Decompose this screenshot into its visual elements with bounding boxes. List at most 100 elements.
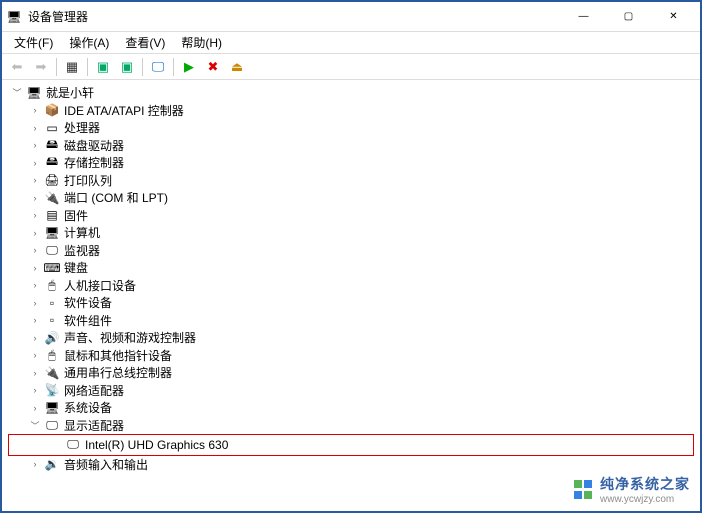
menu-file[interactable]: 文件(F) [6,32,61,53]
collapse-icon[interactable]: ﹀ [10,86,24,100]
category-label: 音频输入和输出 [64,456,148,473]
expand-icon[interactable]: › [28,138,42,152]
expand-icon[interactable]: › [28,121,42,135]
software-icon: ▫ [44,295,60,311]
category-label: 通用串行总线控制器 [64,364,172,381]
expand-icon[interactable]: › [28,401,42,415]
expand-icon[interactable]: › [28,261,42,275]
expand-icon[interactable]: › [28,243,42,257]
tree-category[interactable]: › 🖨 打印队列 [8,172,694,190]
toolbar: ⬅ ➡ ▦ ▣ ▣ 🖵 ▶ ✖ ⏏ [2,54,700,80]
watermark-text: 纯净系统之家 [600,474,690,494]
collapse-icon[interactable]: ﹀ [28,418,42,432]
tree-category[interactable]: › 🖥 计算机 [8,224,694,242]
tree-category[interactable]: › 🖵 监视器 [8,242,694,260]
tree-category[interactable]: › 🔊 声音、视频和游戏控制器 [8,329,694,347]
maximize-button[interactable]: ▢ [606,3,651,31]
expand-icon[interactable]: › [28,226,42,240]
tree-device-gpu[interactable]: › 🖵 Intel(R) UHD Graphics 630 [9,436,663,454]
hid-icon: 🖱 [44,277,60,293]
watermark: 纯净系统之家 www.ycwjzy.com [574,474,690,505]
app-icon: 🖥 [6,9,22,25]
expand-icon[interactable]: › [28,191,42,205]
category-label: 监视器 [64,242,100,259]
mouse-icon: 🖱 [44,347,60,363]
expand-icon[interactable]: › [28,383,42,397]
tree-category[interactable]: › ▫ 软件设备 [8,294,694,312]
category-label: 计算机 [64,224,100,241]
device-label: Intel(R) UHD Graphics 630 [85,438,228,452]
help-button[interactable]: ▣ [116,56,138,78]
toolbar-separator [56,58,57,76]
tree-category[interactable]: › 🖴 存储控制器 [8,154,694,172]
toolbar-separator [173,58,174,76]
port-icon: 🔌 [44,190,60,206]
category-label: 鼠标和其他指针设备 [64,347,172,364]
storage-icon: 🖴 [44,155,60,171]
category-label: IDE ATA/ATAPI 控制器 [64,102,184,119]
expand-icon[interactable]: › [28,156,42,170]
tree-category[interactable]: › 🖥 系统设备 [8,399,694,417]
tree-category[interactable]: › 🖴 磁盘驱动器 [8,137,694,155]
enable-device-button[interactable]: ▶ [178,56,200,78]
nav-forward-button[interactable]: ➡ [30,56,52,78]
highlighted-device: › 🖵 Intel(R) UHD Graphics 630 [8,434,694,456]
expand-icon[interactable]: › [28,331,42,345]
system-icon: 🖥 [44,400,60,416]
menu-view[interactable]: 查看(V) [117,32,173,53]
tree-root[interactable]: ﹀ 🖥 就是小轩 [8,84,694,102]
category-label: 键盘 [64,259,88,276]
show-hide-tree-button[interactable]: ▦ [61,56,83,78]
tree-category[interactable]: › 📦 IDE ATA/ATAPI 控制器 [8,102,694,120]
root-label: 就是小轩 [46,84,94,101]
scan-hardware-button[interactable]: 🖵 [147,56,169,78]
toolbar-separator [142,58,143,76]
menu-action[interactable]: 操作(A) [61,32,117,53]
device-tree[interactable]: ﹀ 🖥 就是小轩 › 📦 IDE ATA/ATAPI 控制器 › ▭ 处理器 ›… [2,80,700,507]
uninstall-device-button[interactable]: ⏏ [226,56,248,78]
category-label: 端口 (COM 和 LPT) [64,189,168,206]
category-label: 处理器 [64,119,100,136]
expand-icon[interactable]: › [28,348,42,362]
disk-icon: 🖴 [44,137,60,153]
category-label: 磁盘驱动器 [64,137,124,154]
expand-icon[interactable]: › [28,173,42,187]
category-label: 软件设备 [64,294,112,311]
category-label: 系统设备 [64,399,112,416]
menubar: 文件(F) 操作(A) 查看(V) 帮助(H) [2,32,700,54]
printer-icon: 🖨 [44,172,60,188]
tree-category[interactable]: › 📡 网络适配器 [8,382,694,400]
category-label: 打印队列 [64,172,112,189]
properties-button[interactable]: ▣ [92,56,114,78]
network-icon: 📡 [44,382,60,398]
watermark-url: www.ycwjzy.com [600,494,690,505]
minimize-button[interactable]: — [561,3,606,31]
category-label: 网络适配器 [64,382,124,399]
close-button[interactable]: ✕ [651,3,696,31]
expand-icon[interactable]: › [28,457,42,471]
expand-icon[interactable]: › [28,103,42,117]
tree-category-display-adapter[interactable]: ﹀ 🖵 显示适配器 [8,417,694,435]
expand-icon[interactable]: › [28,313,42,327]
tree-category[interactable]: › ▭ 处理器 [8,119,694,137]
menu-help[interactable]: 帮助(H) [173,32,230,53]
expand-icon[interactable]: › [28,278,42,292]
expand-icon[interactable]: › [28,296,42,310]
tree-category[interactable]: › 🖱 鼠标和其他指针设备 [8,347,694,365]
category-label: 固件 [64,207,88,224]
firmware-icon: ▤ [44,207,60,223]
disable-device-button[interactable]: ✖ [202,56,224,78]
tree-category[interactable]: › 🖱 人机接口设备 [8,277,694,295]
nav-back-button[interactable]: ⬅ [6,56,28,78]
tree-category-audio[interactable]: › 🔉 音频输入和输出 [8,456,694,474]
tree-category[interactable]: › 🔌 端口 (COM 和 LPT) [8,189,694,207]
display-adapter-icon: 🖵 [44,417,60,433]
expand-icon[interactable]: › [28,208,42,222]
tree-category[interactable]: › 🔌 通用串行总线控制器 [8,364,694,382]
tree-category[interactable]: › ▫ 软件组件 [8,312,694,330]
expand-icon[interactable]: › [28,366,42,380]
tree-category[interactable]: › ▤ 固件 [8,207,694,225]
category-label: 软件组件 [64,312,112,329]
tree-category[interactable]: › ⌨ 键盘 [8,259,694,277]
titlebar: 🖥 设备管理器 — ▢ ✕ [2,2,700,32]
